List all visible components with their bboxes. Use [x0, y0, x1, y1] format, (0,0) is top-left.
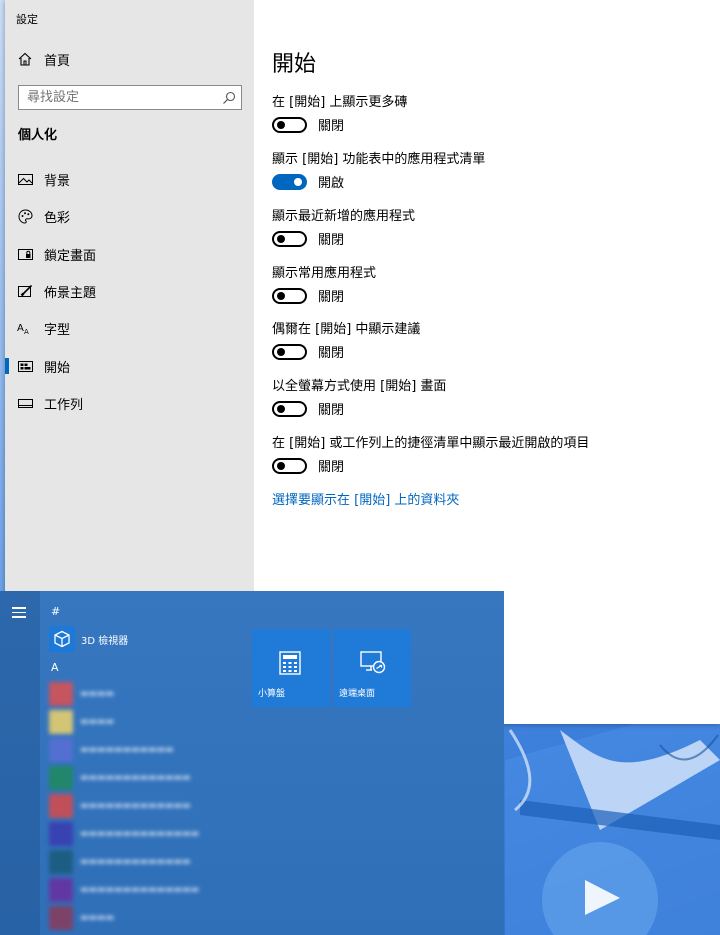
sidebar-item-home[interactable]: 首頁 — [5, 42, 254, 76]
toggle-switch[interactable] — [272, 400, 307, 417]
sidebar-item-lock-screen[interactable]: 鎖定畫面 — [5, 237, 254, 271]
toggle-switch[interactable] — [272, 457, 307, 474]
setting-full-screen: 以全螢幕方式使用 [開始] 畫面 關閉 — [272, 375, 712, 418]
setting-label: 顯示常用應用程式 — [272, 266, 377, 281]
setting-recently-added: 顯示最近新增的應用程式 關閉 — [272, 205, 712, 248]
home-icon — [17, 51, 33, 67]
toggle-switch[interactable] — [272, 173, 307, 190]
setting-more-tiles: 在 [開始] 上顯示更多磚 關閉 — [272, 91, 712, 134]
toggle-switch[interactable] — [272, 230, 307, 247]
toggle-switch[interactable] — [272, 287, 307, 304]
setting-suggestions: 偶爾在 [開始] 中顯示建議 關閉 — [272, 318, 712, 361]
hamburger-menu-icon[interactable] — [12, 607, 26, 618]
start-layout-icon — [17, 358, 33, 374]
toggle-state: 關閉 — [318, 403, 345, 418]
svg-text:A: A — [17, 323, 24, 334]
toggle-state: 開啟 — [318, 176, 345, 191]
sidebar-item-background[interactable]: 背景 — [5, 162, 254, 196]
blurred-app-item[interactable]: ▬▬▬▬▬▬▬▬▬▬▬▬▬ — [49, 766, 191, 790]
sidebar-item-taskbar[interactable]: 工作列 — [5, 386, 254, 420]
remote-desktop-icon — [360, 651, 386, 679]
blurred-app-item[interactable]: ▬▬▬▬ — [49, 682, 114, 706]
group-header-a[interactable]: A — [51, 661, 59, 674]
sidebar-item-themes[interactable]: 佈景主題 — [5, 274, 254, 308]
palette-icon — [17, 208, 33, 224]
blurred-app-item[interactable]: ▬▬▬▬▬▬▬▬▬▬▬▬▬▬ — [49, 822, 199, 846]
sidebar-item-start[interactable]: 開始 — [5, 349, 254, 383]
setting-label: 以全螢幕方式使用 [開始] 畫面 — [272, 379, 447, 394]
sidebar-item-label: 鎖定畫面 — [44, 248, 97, 264]
sidebar-item-label: 字型 — [44, 322, 71, 338]
blurred-app-item[interactable]: ▬▬▬▬ — [49, 710, 114, 734]
sidebar-item-label: 色彩 — [44, 210, 71, 226]
sidebar-item-label: 工作列 — [44, 397, 84, 413]
toggle-state: 關閉 — [318, 119, 345, 134]
toggle-state: 關閉 — [318, 346, 345, 361]
blurred-app-item[interactable]: ▬▬▬▬▬▬▬▬▬▬▬▬▬▬ — [49, 878, 199, 902]
toggle-switch[interactable] — [272, 116, 307, 133]
choose-folders-link[interactable]: 選擇要顯示在 [開始] 上的資料夾 — [272, 489, 459, 508]
tile-calculator[interactable]: 小算盤 — [252, 629, 330, 707]
setting-recent-items: 在 [開始] 或工作列上的捷徑清單中顯示最近開啟的項目 關閉 — [272, 432, 712, 475]
picture-icon — [17, 171, 33, 187]
app-name: 3D 檢視器 — [81, 635, 129, 647]
setting-most-used: 顯示常用應用程式 關閉 — [272, 262, 712, 305]
font-icon: AA — [17, 320, 33, 336]
calculator-icon — [279, 651, 301, 679]
blurred-app-item[interactable]: ▬▬▬▬▬▬▬▬▬▬▬▬▬ — [49, 794, 191, 818]
lock-screen-icon — [17, 246, 33, 262]
tile-label: 遠端桌面 — [339, 689, 376, 699]
setting-label: 在 [開始] 上顯示更多磚 — [272, 95, 408, 110]
blurred-app-item[interactable]: ▬▬▬▬ — [49, 906, 114, 930]
setting-label: 偶爾在 [開始] 中顯示建議 — [272, 322, 421, 337]
toggle-state: 關閉 — [318, 460, 345, 475]
window-title: 設定 — [16, 13, 38, 26]
tile-remote-desktop[interactable]: 遠端桌面 — [333, 629, 411, 707]
sidebar-item-fonts[interactable]: AA 字型 — [5, 311, 254, 345]
sidebar-item-label: 開始 — [44, 360, 71, 376]
start-menu: # 3D 檢視器 A ▬▬▬▬ ▬▬▬▬ ▬▬▬▬▬▬▬▬▬▬▬ ▬▬▬▬▬▬▬… — [0, 591, 504, 935]
search-input[interactable] — [19, 86, 209, 109]
setting-label: 在 [開始] 或工作列上的捷徑清單中顯示最近開啟的項目 — [272, 436, 590, 451]
start-menu-rail — [0, 591, 40, 935]
toggle-state: 關閉 — [318, 233, 345, 248]
setting-label: 顯示 [開始] 功能表中的應用程式清單 — [272, 152, 486, 167]
svg-text:A: A — [24, 328, 29, 335]
sidebar-item-label: 背景 — [44, 173, 71, 189]
blurred-app-item[interactable]: ▬▬▬▬▬▬▬▬▬▬▬ — [49, 738, 174, 762]
sidebar-item-label: 佈景主題 — [44, 285, 97, 301]
search-icon[interactable] — [222, 90, 236, 109]
settings-search-box[interactable] — [18, 85, 242, 110]
app-3d-viewer[interactable]: 3D 檢視器 — [49, 626, 128, 652]
cube-icon — [49, 626, 75, 652]
setting-app-list: 顯示 [開始] 功能表中的應用程式清單 開啟 — [272, 148, 712, 191]
theme-brush-icon — [17, 283, 33, 299]
group-header-hash[interactable]: # — [51, 605, 60, 618]
taskbar-icon — [17, 395, 33, 411]
setting-label: 顯示最近新增的應用程式 — [272, 209, 416, 224]
section-title: 個人化 — [18, 128, 58, 143]
toggle-state: 關閉 — [318, 290, 345, 305]
page-title: 開始 — [272, 52, 317, 77]
sidebar-item-colors[interactable]: 色彩 — [5, 199, 254, 233]
tile-label: 小算盤 — [258, 689, 286, 699]
blurred-app-item[interactable]: ▬▬▬▬▬▬▬▬▬▬▬▬▬ — [49, 850, 191, 874]
toggle-switch[interactable] — [272, 343, 307, 360]
sidebar-item-label: 首頁 — [44, 53, 71, 69]
